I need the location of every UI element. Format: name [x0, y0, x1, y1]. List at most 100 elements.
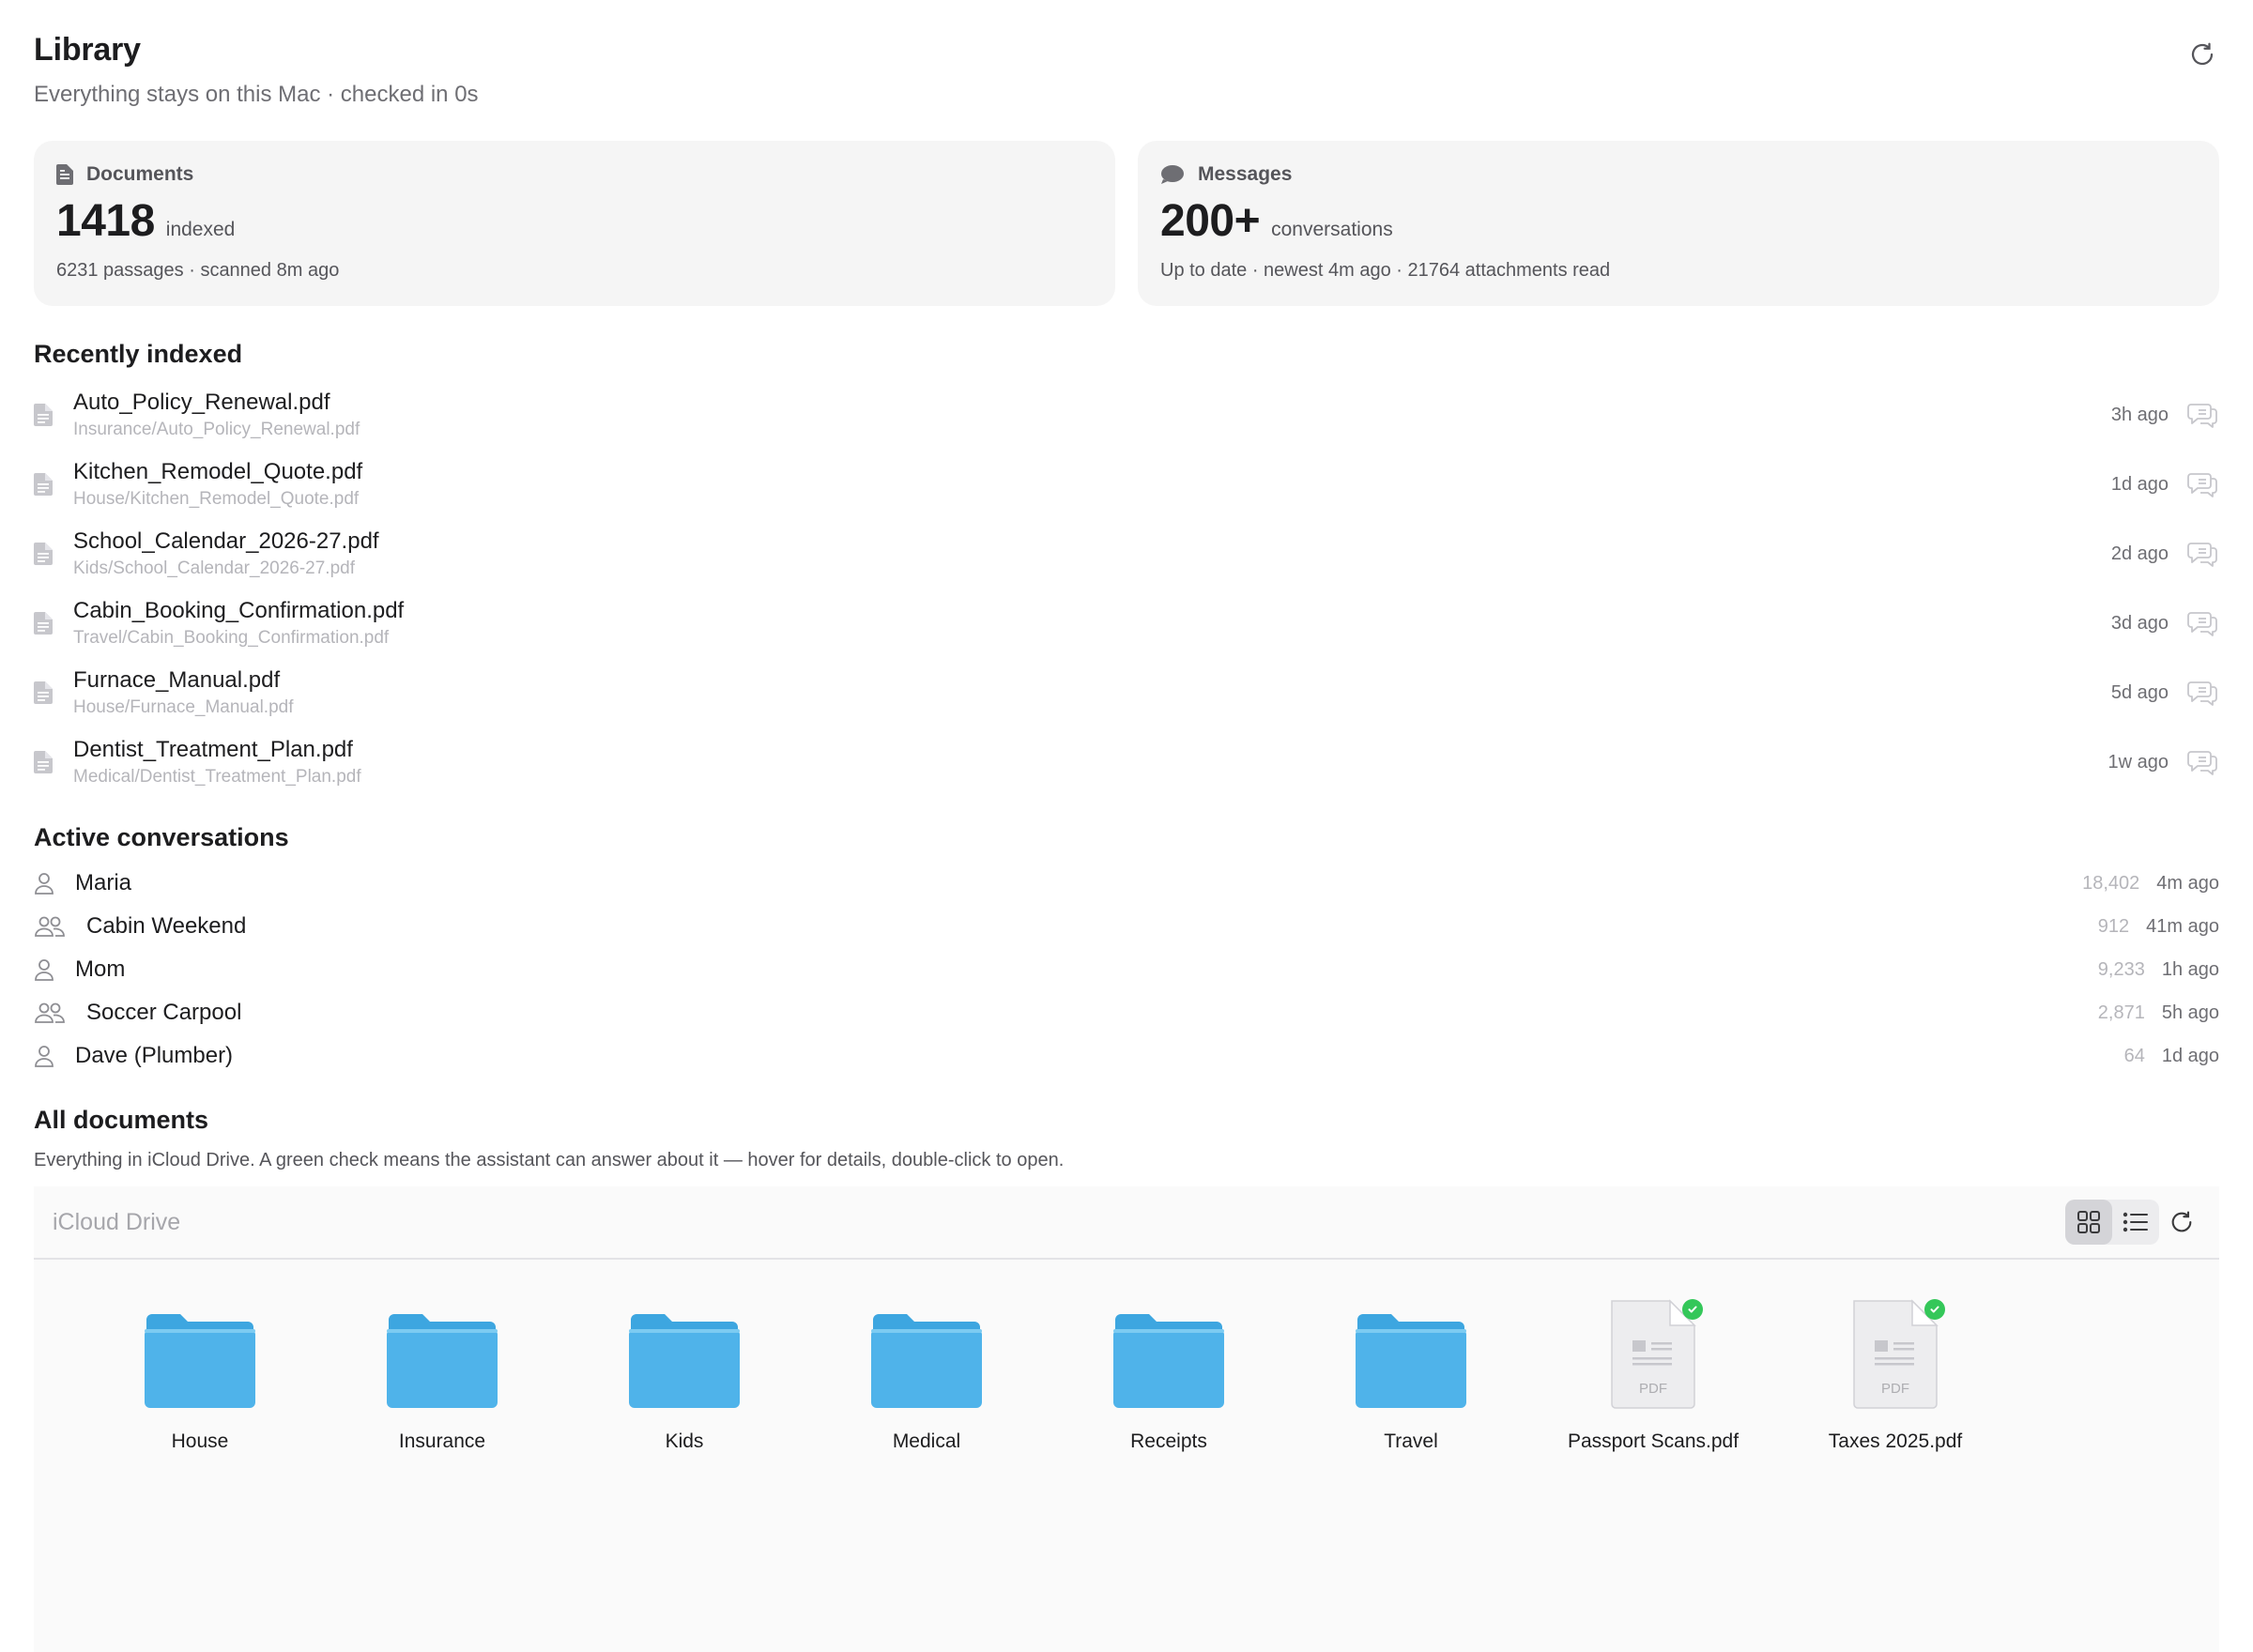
tile-label: Travel: [1384, 1430, 1438, 1452]
conversation-time: 4m ago: [2156, 872, 2219, 894]
document-icon: [34, 681, 54, 709]
conversation-name: Mom: [75, 956, 126, 982]
conversation-item[interactable]: Soccer Carpool 2,871 5h ago: [34, 991, 2219, 1034]
recent-item[interactable]: Auto_Policy_Renewal.pdf Insurance/Auto_P…: [34, 380, 2219, 450]
conversation-name: Cabin Weekend: [86, 913, 247, 939]
recent-item[interactable]: School_Calendar_2026-27.pdf Kids/School_…: [34, 519, 2219, 589]
recent-item-time: 5d ago: [2110, 681, 2169, 703]
group-icon: [34, 915, 83, 938]
refresh-icon: [2191, 42, 2214, 66]
recent-item-name: Auto_Policy_Renewal.pdf: [73, 390, 330, 415]
tile-label: Taxes 2025.pdf: [1828, 1430, 1963, 1452]
file-grid: House Insurance Kids Medical Receipts Tr…: [34, 1260, 2219, 1453]
folder-tile[interactable]: Kids: [563, 1299, 805, 1453]
document-icon: [34, 472, 54, 500]
recent-item[interactable]: Cabin_Booking_Confirmation.pdf Travel/Ca…: [34, 589, 2219, 658]
recent-item-time: 2d ago: [2110, 543, 2169, 564]
person-icon: [34, 1045, 71, 1067]
conversation-item[interactable]: Maria 18,402 4m ago: [34, 862, 2219, 905]
messages-card: Messages 200+ conversations Up to date ·…: [1138, 141, 2219, 306]
recent-item-time: 3h ago: [2110, 404, 2169, 425]
tile-label: House: [171, 1430, 229, 1452]
ask-chat-icon[interactable]: [2185, 748, 2219, 776]
ask-chat-icon[interactable]: [2185, 540, 2219, 568]
recent-item-name: Dentist_Treatment_Plan.pdf: [73, 737, 353, 762]
recent-item-name: Cabin_Booking_Confirmation.pdf: [73, 598, 405, 623]
recent-item[interactable]: Furnace_Manual.pdf House/Furnace_Manual.…: [34, 658, 2219, 727]
active-conversations-section: Active conversations Maria 18,402 4m ago…: [34, 823, 2219, 1078]
documents-unit: indexed: [165, 219, 236, 240]
refresh-button[interactable]: [2185, 38, 2219, 71]
person-icon: [34, 958, 71, 981]
recent-item-path: Insurance/Auto_Policy_Renewal.pdf: [73, 420, 360, 439]
documents-label: Documents: [86, 163, 194, 185]
tile-label: Insurance: [398, 1430, 486, 1452]
file-tile[interactable]: PDF Taxes 2025.pdf: [1774, 1299, 2016, 1453]
active-conversations-title: Active conversations: [34, 823, 289, 851]
all-documents-section: All documents Everything in iCloud Drive…: [34, 1106, 2219, 1652]
file-browser-toolbar: iCloud Drive: [34, 1186, 2219, 1260]
page-subtitle: Everything stays on this Mac · checked i…: [34, 82, 479, 107]
list-icon: [2123, 1212, 2148, 1232]
recent-item[interactable]: Dentist_Treatment_Plan.pdf Medical/Denti…: [34, 727, 2219, 797]
tile-label: Passport Scans.pdf: [1567, 1430, 1740, 1452]
folder-icon: [625, 1299, 743, 1410]
ask-chat-icon[interactable]: [2185, 679, 2219, 707]
recent-item-path: House/Furnace_Manual.pdf: [73, 697, 294, 717]
recently-indexed-section: Recently indexed Auto_Policy_Renewal.pdf…: [34, 340, 2219, 797]
messages-unit: conversations: [1271, 219, 1393, 240]
conversation-item[interactable]: Mom 9,233 1h ago: [34, 948, 2219, 991]
file-browser-title: iCloud Drive: [53, 1208, 181, 1235]
conversation-time: 5h ago: [2161, 1002, 2219, 1023]
browser-refresh-button[interactable]: [2163, 1200, 2200, 1245]
document-icon: [34, 611, 54, 639]
conversation-message-count: 9,233: [2097, 958, 2145, 980]
tile-label: Kids: [665, 1430, 704, 1452]
conversation-name: Maria: [75, 870, 132, 895]
document-icon: [56, 164, 73, 185]
folder-icon: [141, 1299, 259, 1410]
recent-item-name: Furnace_Manual.pdf: [73, 667, 281, 693]
stats-row: Documents 1418 indexed 6231 passages · s…: [34, 141, 2219, 306]
all-documents-description: Everything in iCloud Drive. A green chec…: [34, 1150, 1065, 1170]
conversation-time: 1h ago: [2161, 958, 2219, 980]
folder-tile[interactable]: Travel: [1290, 1299, 1532, 1453]
documents-card: Documents 1418 indexed 6231 passages · s…: [34, 141, 1115, 306]
indexed-check-icon: [1682, 1299, 1703, 1320]
conversation-list: Maria 18,402 4m ago Cabin Weekend 912 41…: [34, 862, 2219, 1078]
ask-chat-icon[interactable]: [2185, 470, 2219, 498]
grid-view-button[interactable]: [2065, 1200, 2112, 1245]
page-title: Library: [34, 32, 141, 68]
library-page: Library Everything stays on this Mac · c…: [0, 0, 2253, 1652]
document-icon: [34, 750, 54, 778]
ask-chat-icon[interactable]: [2185, 609, 2219, 637]
recent-item-path: Medical/Dentist_Treatment_Plan.pdf: [73, 767, 361, 787]
folder-tile[interactable]: Receipts: [1048, 1299, 1290, 1453]
file-browser: iCloud Drive House Insurance Kids Medica…: [34, 1186, 2219, 1652]
tile-label: Receipts: [1130, 1430, 1207, 1452]
list-view-button[interactable]: [2112, 1200, 2159, 1245]
messages-detail: Up to date · newest 4m ago · 21764 attac…: [1160, 260, 1611, 281]
recent-item-name: School_Calendar_2026-27.pdf: [73, 528, 379, 554]
recent-item-path: House/Kitchen_Remodel_Quote.pdf: [73, 489, 360, 509]
svg-text:PDF: PDF: [1639, 1381, 1667, 1397]
ask-chat-icon[interactable]: [2185, 401, 2219, 429]
documents-count: 1418: [56, 196, 155, 246]
file-tile[interactable]: PDF Passport Scans.pdf: [1532, 1299, 1774, 1453]
conversation-item[interactable]: Cabin Weekend 912 41m ago: [34, 905, 2219, 948]
tile-label: Medical: [892, 1430, 961, 1452]
recent-item-path: Travel/Cabin_Booking_Confirmation.pdf: [73, 628, 390, 648]
folder-tile[interactable]: Insurance: [321, 1299, 563, 1453]
conversation-item[interactable]: Dave (Plumber) 64 1d ago: [34, 1034, 2219, 1078]
recent-item-time: 3d ago: [2110, 612, 2169, 634]
conversation-message-count: 18,402: [2082, 872, 2140, 894]
folder-icon: [1110, 1299, 1228, 1410]
recently-indexed-title: Recently indexed: [34, 340, 243, 368]
recent-item[interactable]: Kitchen_Remodel_Quote.pdf House/Kitchen_…: [34, 450, 2219, 519]
folder-tile[interactable]: House: [79, 1299, 321, 1453]
folder-tile[interactable]: Medical: [805, 1299, 1048, 1453]
document-icon: [34, 542, 54, 570]
messages-count: 200+: [1160, 196, 1261, 246]
person-icon: [34, 872, 71, 895]
recent-item-name: Kitchen_Remodel_Quote.pdf: [73, 459, 363, 484]
